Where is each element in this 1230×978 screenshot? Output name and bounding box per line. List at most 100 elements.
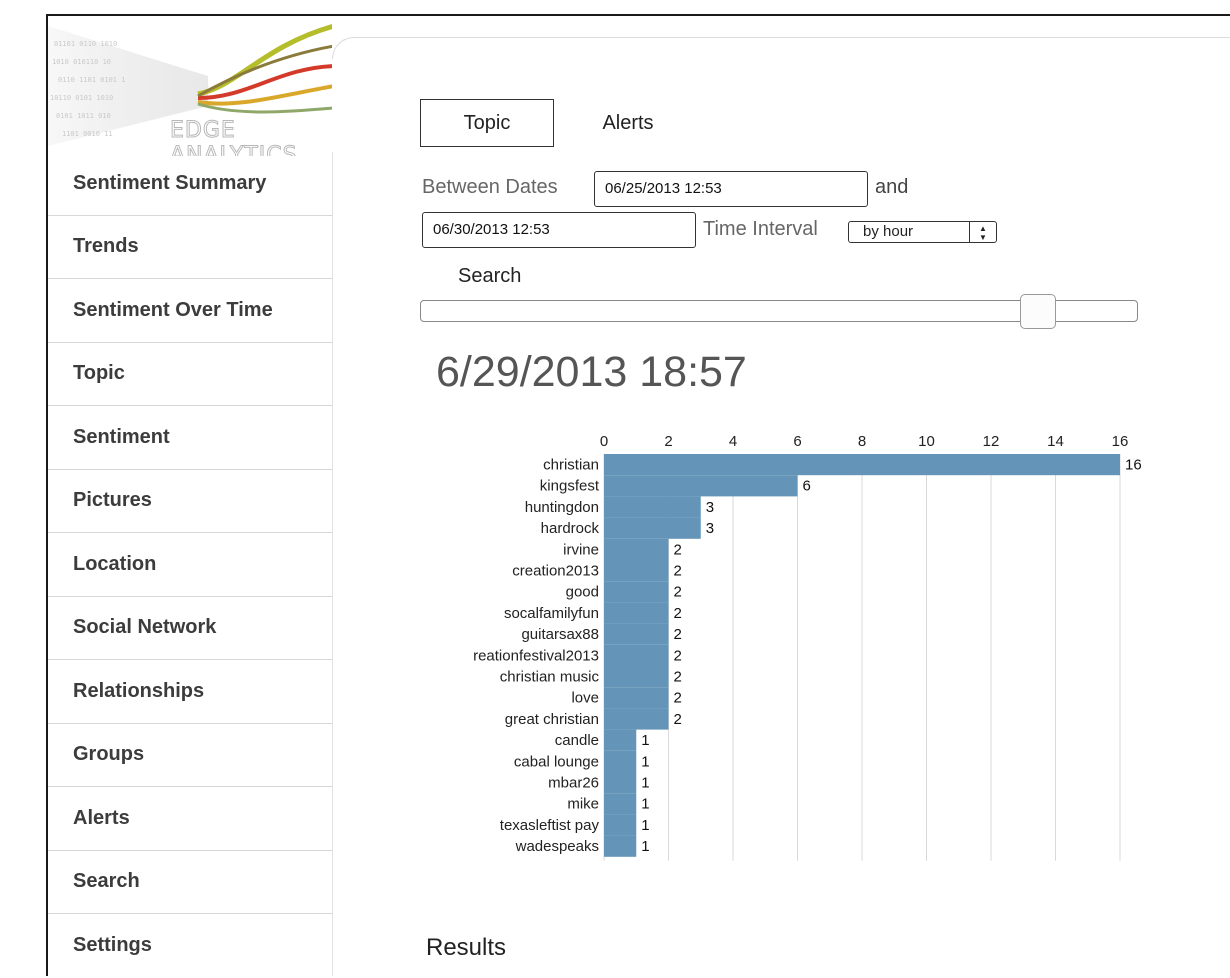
data-label: 2 — [674, 669, 682, 686]
between-dates-label: Between Dates — [422, 176, 558, 198]
data-label: 1 — [641, 796, 649, 813]
bar — [604, 644, 669, 666]
data-label: 2 — [674, 563, 682, 580]
current-time-display: 6/29/2013 18:57 — [436, 348, 747, 396]
category-label: love — [571, 690, 599, 707]
select-updown-icon: ▲ ▼ — [969, 222, 996, 242]
bar — [604, 517, 701, 539]
svg-text:10110 0101 1010: 10110 0101 1010 — [50, 94, 113, 102]
bar — [604, 666, 669, 688]
sidebar-item-alerts[interactable]: Alerts — [48, 787, 332, 851]
time-slider-thumb[interactable] — [1020, 294, 1057, 329]
category-label: creation2013 — [512, 563, 599, 580]
sidebar-item-sentiment-summary[interactable]: Sentiment Summary — [48, 152, 332, 216]
end-date-field[interactable]: 06/30/2013 12:53 — [422, 212, 696, 248]
data-label: 16 — [1125, 457, 1142, 474]
data-label: 1 — [641, 732, 649, 749]
x-tick-label: 0 — [600, 433, 608, 450]
panel-top-border — [352, 37, 1230, 38]
data-label: 2 — [674, 647, 682, 664]
category-label: mike — [567, 796, 599, 813]
bar — [604, 750, 637, 772]
svg-text:0110 1101 0101 1: 0110 1101 0101 1 — [58, 76, 125, 84]
x-tick-label: 12 — [983, 433, 1000, 450]
svg-text:1101 0010 11: 1101 0010 11 — [62, 130, 113, 138]
category-label: irvine — [563, 541, 599, 558]
category-label: hardrock — [541, 520, 600, 537]
sidebar-item-pictures[interactable]: Pictures — [48, 470, 332, 533]
start-date-field[interactable]: 06/25/2013 12:53 — [594, 171, 868, 207]
bar — [604, 687, 669, 709]
sidebar-divider — [332, 152, 333, 976]
bar — [604, 835, 637, 857]
search-label: Search — [458, 265, 522, 287]
bar — [604, 793, 637, 815]
sidebar-item-trends[interactable]: Trends — [48, 216, 332, 279]
svg-text:0101 1011 010: 0101 1011 010 — [56, 112, 111, 120]
x-tick-label: 14 — [1047, 433, 1064, 450]
category-label: reationfestival2013 — [473, 647, 599, 664]
category-label: great christian — [505, 711, 599, 728]
results-heading: Results — [426, 934, 507, 961]
time-interval-value: by hour — [863, 223, 914, 240]
sidebar-item-location[interactable]: Location — [48, 533, 332, 597]
bar — [604, 708, 669, 730]
sidebar-item-settings[interactable]: Settings — [48, 914, 332, 978]
bar — [604, 475, 798, 497]
category-label: christian — [543, 457, 599, 474]
bar — [604, 496, 701, 518]
category-label: good — [566, 584, 599, 601]
bar — [604, 623, 669, 645]
category-label: guitarsax88 — [521, 626, 599, 643]
bar — [604, 560, 669, 582]
category-label: kingsfest — [540, 478, 600, 495]
category-label: candle — [555, 732, 599, 749]
sidebar-item-sentiment[interactable]: Sentiment — [48, 406, 332, 470]
tab-topic[interactable]: Topic — [420, 99, 554, 147]
tab-alerts[interactable]: Alerts — [580, 99, 676, 147]
x-tick-label: 2 — [664, 433, 672, 450]
sidebar-item-search[interactable]: Search — [48, 851, 332, 914]
sidebar-item-groups[interactable]: Groups — [48, 724, 332, 787]
category-label: socalfamilyfun — [504, 605, 599, 622]
category-label: cabal lounge — [514, 753, 599, 770]
data-label: 3 — [706, 520, 714, 537]
sidebar-item-sentiment-over-time[interactable]: Sentiment Over Time — [48, 279, 332, 343]
data-label: 2 — [674, 541, 682, 558]
sidebar-item-topic[interactable]: Topic — [48, 343, 332, 406]
x-tick-label: 4 — [729, 433, 737, 450]
svg-text:1010 010110 10: 1010 010110 10 — [52, 58, 111, 66]
data-label: 2 — [674, 605, 682, 622]
svg-text:01101 0110 1010: 01101 0110 1010 — [54, 40, 117, 48]
x-tick-label: 6 — [793, 433, 801, 450]
bar — [604, 538, 669, 560]
category-label: wadespeaks — [515, 838, 599, 855]
data-label: 1 — [641, 753, 649, 770]
and-label: and — [875, 176, 909, 198]
topic-bar-chart: 0 2 4 6 8 10 12 14 16christian 16kingsfest 6huntin… — [473, 433, 1142, 861]
bar — [604, 581, 669, 603]
time-interval-label: Time Interval — [703, 218, 818, 240]
bar — [604, 602, 669, 624]
data-label: 1 — [641, 775, 649, 792]
category-label: huntingdon — [525, 499, 599, 516]
data-label: 2 — [674, 690, 682, 707]
bar — [604, 454, 1120, 476]
time-interval-select[interactable]: by hour ▲ ▼ — [848, 221, 997, 243]
sidebar-item-social-network[interactable]: Social Network — [48, 597, 332, 660]
x-tick-label: 8 — [858, 433, 866, 450]
data-label: 6 — [803, 478, 811, 495]
data-label: 2 — [674, 626, 682, 643]
category-label: christian music — [500, 669, 600, 686]
bar — [604, 814, 637, 836]
app-logo: 01101 0110 1010 1010 010110 10 0110 1101… — [48, 16, 332, 156]
panel-corner — [332, 37, 354, 59]
category-label: texasleftist pay — [500, 817, 600, 834]
data-label: 1 — [641, 838, 649, 855]
sidebar-nav: Sentiment Summary Trends Sentiment Over … — [48, 152, 332, 978]
bar — [604, 729, 637, 751]
sidebar-item-relationships[interactable]: Relationships — [48, 660, 332, 724]
data-label: 1 — [641, 817, 649, 834]
bar — [604, 772, 637, 794]
x-tick-label: 10 — [918, 433, 935, 450]
